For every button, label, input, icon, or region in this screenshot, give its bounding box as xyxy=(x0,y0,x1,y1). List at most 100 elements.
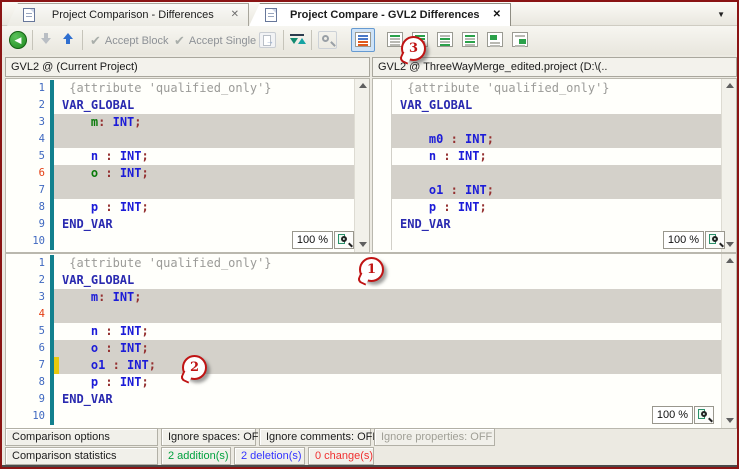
code-line[interactable]: p : INT; xyxy=(373,199,721,216)
scroll-up-icon[interactable] xyxy=(723,79,736,93)
line-number: 9 xyxy=(6,391,50,408)
view-mode-4-icon[interactable] xyxy=(437,32,453,47)
accept-line-icon[interactable]: → xyxy=(259,32,276,48)
token: ; xyxy=(480,200,487,214)
bar-glyph xyxy=(290,34,304,36)
token: INT xyxy=(465,183,487,197)
line-number: 8 xyxy=(6,199,50,216)
code-line[interactable]: 8 p : INT; xyxy=(6,374,721,391)
token: ; xyxy=(149,358,156,372)
view-mode-6-icon[interactable] xyxy=(487,32,503,47)
code-line[interactable]: 3 m: INT; xyxy=(6,289,721,306)
zoom-level-left[interactable]: 100 % xyxy=(292,231,333,249)
token xyxy=(400,149,429,163)
token: : xyxy=(436,149,458,163)
code-line[interactable]: 3 m: INT; xyxy=(6,114,354,131)
token xyxy=(62,149,91,163)
previous-difference-icon[interactable] xyxy=(60,33,76,49)
option-toggle[interactable]: Ignore comments: OFF xyxy=(259,428,371,446)
code-line[interactable]: 5 n : INT; xyxy=(6,323,721,340)
code-line[interactable]: 9 END_VAR xyxy=(6,391,721,408)
vertical-scrollbar[interactable] xyxy=(354,79,369,252)
token: ; xyxy=(480,149,487,163)
code-line[interactable]: 7 o1 : INT; xyxy=(6,357,721,374)
zoom-magnifier-left-icon[interactable] xyxy=(334,231,354,249)
code-line[interactable]: 6 o : INT; xyxy=(6,340,721,357)
tab-label: Project Comparison - Differences xyxy=(41,9,225,21)
toolbar-separator xyxy=(283,30,284,50)
line-number: 8 xyxy=(6,374,50,391)
token: END_VAR xyxy=(62,392,113,406)
search-icon[interactable] xyxy=(318,31,337,49)
line-number: 3 xyxy=(6,114,50,131)
sync-scroll-icon[interactable] xyxy=(290,33,306,47)
token: : xyxy=(443,132,465,146)
line-body: m: INT; xyxy=(54,289,721,306)
code-line[interactable]: 4 xyxy=(6,131,354,148)
tab-project-compare-gvl2[interactable]: Project Compare - GVL2 Differences ✕ xyxy=(249,3,511,26)
vertical-scrollbar[interactable] xyxy=(721,254,736,428)
back-icon[interactable]: ◀ xyxy=(9,31,27,49)
line-body: VAR_GLOBAL xyxy=(54,97,354,114)
token: ; xyxy=(142,166,149,180)
line-body xyxy=(392,165,721,182)
magnifier-circle xyxy=(322,35,329,42)
gutter xyxy=(373,199,392,216)
close-icon[interactable]: ✕ xyxy=(231,10,239,20)
line-body: p : INT; xyxy=(392,199,721,216)
current-project-code-pane[interactable]: 1 {attribute 'qualified_only'}2VAR_GLOBA… xyxy=(5,78,370,253)
view-mode-7-icon[interactable] xyxy=(512,32,528,47)
line-body: VAR_GLOBAL xyxy=(54,272,721,289)
code-line[interactable]: n : INT; xyxy=(373,148,721,165)
code-text: o1 : INT; xyxy=(397,182,494,199)
accept-single-button[interactable]: ✔ Accept Single xyxy=(174,31,256,50)
token xyxy=(62,166,91,180)
window-bottom-edge xyxy=(2,465,737,467)
line-body: m: INT; xyxy=(54,114,354,131)
code-line[interactable]: 7 xyxy=(6,182,354,199)
edited-project-code-pane[interactable]: {attribute 'qualified_only'}VAR_GLOBAL m… xyxy=(372,78,737,253)
code-line[interactable]: 6 o : INT; xyxy=(6,165,354,182)
view-mode-side-by-side-icon[interactable] xyxy=(355,32,371,47)
vertical-scrollbar[interactable] xyxy=(721,79,736,252)
code-line[interactable]: VAR_GLOBAL xyxy=(373,97,721,114)
down-triangle-glyph xyxy=(290,38,298,44)
scroll-up-icon[interactable] xyxy=(356,79,369,93)
token: : xyxy=(98,341,120,355)
code-line[interactable]: {attribute 'qualified_only'} xyxy=(373,80,721,97)
scroll-down-icon[interactable] xyxy=(723,414,736,428)
option-toggle[interactable]: Ignore spaces: OFF xyxy=(161,428,256,446)
code-line[interactable]: 2VAR_GLOBAL xyxy=(6,97,354,114)
scroll-down-icon[interactable] xyxy=(356,238,369,252)
code-line[interactable]: 1 {attribute 'qualified_only'} xyxy=(6,80,354,97)
zoom-level-right[interactable]: 100 % xyxy=(663,231,704,249)
line-body: {attribute 'qualified_only'} xyxy=(54,255,721,272)
tab-list-dropdown-icon[interactable]: ▼ xyxy=(717,10,725,19)
code-line[interactable]: o1 : INT; xyxy=(373,182,721,199)
code-line[interactable] xyxy=(373,114,721,131)
accept-block-button[interactable]: ✔ Accept Block xyxy=(90,31,169,50)
tab-project-comparison[interactable]: Project Comparison - Differences ✕ xyxy=(7,3,249,26)
comparison-options-row: Comparison optionsIgnore spaces: OFFIgno… xyxy=(5,428,495,446)
code-line[interactable]: 5 n : INT; xyxy=(6,148,354,165)
scroll-up-icon[interactable] xyxy=(723,254,736,268)
gutter xyxy=(373,165,392,182)
code-text xyxy=(59,408,62,425)
code-line[interactable]: 8 p : INT; xyxy=(6,199,354,216)
view-mode-5-icon[interactable] xyxy=(462,32,478,47)
zoom-magnifier-bottom-icon[interactable] xyxy=(694,406,714,424)
zoom-level-bottom[interactable]: 100 % xyxy=(652,406,693,424)
code-line[interactable]: 10 xyxy=(6,408,721,425)
line-number: 10 xyxy=(6,233,50,250)
code-line[interactable]: m0 : INT; xyxy=(373,131,721,148)
token xyxy=(62,290,91,304)
close-icon[interactable]: ✕ xyxy=(493,10,501,20)
token: VAR_GLOBAL xyxy=(62,273,134,287)
code-line[interactable]: 4 xyxy=(6,306,721,323)
next-difference-icon[interactable] xyxy=(38,33,54,49)
green-block xyxy=(519,39,526,44)
zoom-magnifier-right-icon[interactable] xyxy=(705,231,725,249)
option-toggle[interactable]: Ignore properties: OFF xyxy=(374,428,495,446)
token: ; xyxy=(487,132,494,146)
code-line[interactable] xyxy=(373,165,721,182)
